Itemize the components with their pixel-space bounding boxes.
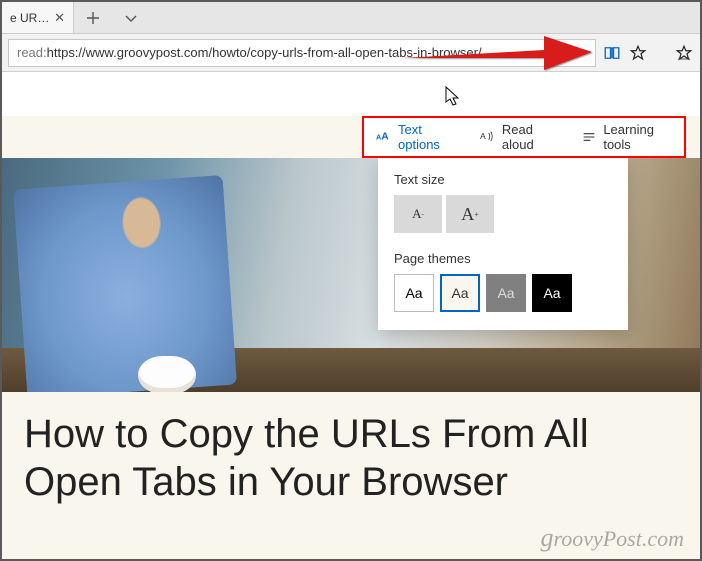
text-size-label: Text size [394,172,612,187]
learning-tools-label: Learning tools [603,122,672,152]
url-prefix: read: [17,45,47,60]
theme-dark[interactable]: Aa [532,274,572,312]
chevron-down-icon [124,11,138,25]
watermark: groovyPost.com [540,523,684,553]
learning-tools-icon [581,129,597,145]
address-bar: read:https://www.groovypost.com/howto/co… [2,34,700,72]
plus-icon [86,11,100,25]
read-aloud-label: Read aloud [502,122,557,152]
cursor-icon [445,86,463,108]
reading-toolbar: AA Text options A Read aloud Learning to… [362,116,686,158]
text-options-label: Text options [398,122,456,152]
increase-text-button[interactable]: A+ [446,195,494,233]
theme-gray[interactable]: Aa [486,274,526,312]
close-icon[interactable]: ✕ [54,10,65,26]
browser-tab[interactable]: e URLs I ✕ [2,2,74,33]
tabs-dropdown-button[interactable] [112,2,150,33]
page-themes-label: Page themes [394,251,612,266]
svg-text:A: A [381,132,388,143]
read-aloud-icon: A [480,129,496,145]
favorite-star-icon[interactable] [628,43,648,63]
favorites-hub-icon[interactable] [674,43,694,63]
text-options-dropdown: Text size A- A+ Page themes Aa Aa Aa Aa [378,158,628,330]
tab-title: e URLs I [10,11,50,25]
article-title: How to Copy the URLs From All Open Tabs … [2,392,700,506]
read-aloud-button[interactable]: A Read aloud [468,118,569,156]
text-options-button[interactable]: AA Text options [364,118,468,156]
url-text: https://www.groovypost.com/howto/copy-ur… [47,45,482,60]
new-tab-button[interactable] [74,2,112,33]
decrease-text-button[interactable]: A- [394,195,442,233]
url-field[interactable]: read:https://www.groovypost.com/howto/co… [8,39,596,67]
reading-view-icon[interactable] [602,43,622,63]
text-options-icon: AA [376,129,392,145]
theme-sepia[interactable]: Aa [440,274,480,312]
svg-text:A: A [480,131,486,141]
tab-bar: e URLs I ✕ [2,2,700,34]
learning-tools-button[interactable]: Learning tools [569,118,684,156]
theme-light[interactable]: Aa [394,274,434,312]
